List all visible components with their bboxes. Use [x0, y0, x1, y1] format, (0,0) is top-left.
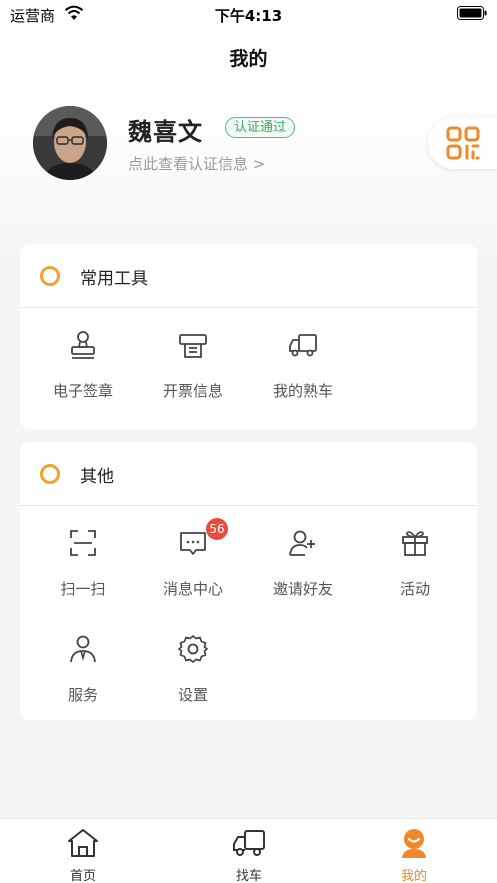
cert-status-badge: 认证通过 [225, 117, 296, 138]
other-label: 服务 [67, 686, 98, 704]
message-icon [180, 532, 206, 555]
truck-icon [233, 830, 265, 856]
other-label: 消息中心 [162, 580, 223, 598]
other-label: 活动 [399, 580, 430, 598]
view-cert-info-link[interactable]: 点此查看认证信息 > [128, 153, 265, 174]
service-icon [70, 635, 96, 663]
other-label: 扫一扫 [60, 580, 106, 598]
tools-card: 常用工具 电子签章 开票信息 我的熟车 [20, 244, 477, 429]
status-bar: 运营商 下午4:13 [0, 0, 497, 30]
bottom-tab-bar: 首页 找车 我的 [0, 818, 497, 883]
avatar[interactable] [33, 106, 107, 180]
user-name: 魏喜文 [128, 118, 203, 146]
add-user-icon [289, 530, 315, 556]
scan-icon [70, 530, 96, 556]
qr-code-button[interactable] [428, 117, 497, 169]
unread-count-badge: 56 [206, 518, 228, 540]
battery-icon [457, 6, 487, 20]
tab-label: 我的 [400, 869, 427, 883]
truck-icon [289, 334, 317, 357]
status-time: 下午4:13 [214, 7, 283, 25]
profile-icon [402, 829, 426, 858]
section-dot-icon [40, 464, 60, 484]
tool-label: 电子签章 [52, 382, 113, 400]
page-title: 我的 [229, 48, 268, 70]
tab-mine[interactable]: 我的 [331, 819, 497, 883]
tool-label: 开票信息 [162, 382, 223, 400]
home-icon [68, 829, 98, 857]
tab-find-truck[interactable]: 找车 [166, 819, 332, 883]
qr-code-icon [446, 126, 480, 160]
section-dot-icon [40, 266, 60, 286]
avatar-photo [33, 106, 107, 180]
gear-icon [178, 635, 208, 663]
gift-icon [402, 531, 428, 556]
tab-home[interactable]: 首页 [0, 819, 166, 883]
stamp-icon [71, 331, 95, 359]
tools-section-title: 常用工具 [80, 269, 148, 289]
other-card-header: 其他 [20, 442, 477, 506]
other-section-title: 其他 [80, 467, 114, 487]
other-label: 邀请好友 [272, 580, 333, 598]
other-card: 其他 扫一扫 56 消息中心 邀请好友 活动 服务 设置 [20, 442, 477, 720]
tools-card-header: 常用工具 [20, 244, 477, 308]
other-label: 设置 [177, 686, 208, 704]
tab-label: 找车 [235, 869, 262, 883]
tool-label: 我的熟车 [272, 382, 333, 400]
tab-label: 首页 [69, 869, 96, 883]
invoice-icon [179, 334, 207, 358]
